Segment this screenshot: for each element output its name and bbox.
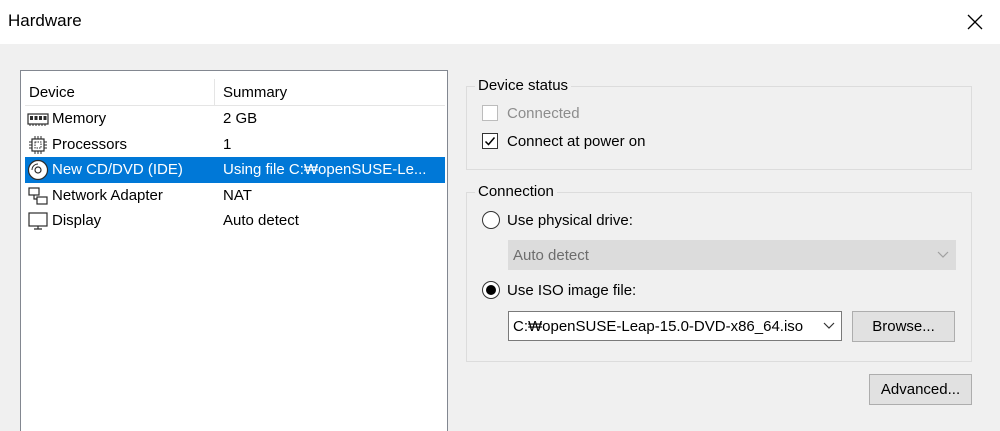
radio-selected-dot [486,285,496,295]
device-name: Processors [52,135,128,153]
physical-drive-value: Auto detect [513,247,589,264]
display-icon [28,212,48,230]
device-summary: 1 [223,135,232,153]
advanced-button[interactable]: Advanced... [869,374,972,405]
connected-checkbox[interactable] [482,105,498,121]
title-bar: Hardware [0,0,1000,44]
close-button[interactable] [950,0,1000,44]
device-name: Network Adapter [52,186,163,204]
device-name: New CD/DVD (IDE) [52,161,183,178]
summary-column-header[interactable]: Summary [223,84,287,101]
use-iso-image-radio[interactable] [482,281,500,299]
connected-label: Connected [507,105,580,122]
physical-drive-select[interactable]: Auto detect [508,240,956,270]
device-name: Memory [52,110,107,127]
use-physical-drive-radio[interactable] [482,211,500,229]
device-row-display[interactable]: Display Auto detect [25,208,445,234]
processor-icon [29,135,47,154]
device-summary: Using file C:₩openSUSE-Le... [223,161,427,178]
close-icon [967,14,983,30]
connect-at-power-on-checkbox[interactable] [482,133,498,149]
device-row-network-adapter[interactable]: Network Adapter NAT [25,183,445,209]
device-status-group: Device status [466,77,972,170]
browse-button-label: Browse... [872,318,935,335]
device-summary: 2 GB [223,110,258,127]
network-icon [28,186,48,205]
cd-dvd-icon [27,159,49,181]
checkmark-icon [484,137,496,146]
window-title: Hardware [8,11,82,30]
iso-image-path-combo[interactable]: C:₩openSUSE-Leap-15.0-DVD-x86_64.iso [508,311,842,341]
memory-icon [27,113,49,126]
device-list: Device Summary Memory 2 GB Processors 1 [25,79,445,234]
device-row-processors[interactable]: Processors 1 [25,132,445,158]
browse-button[interactable]: Browse... [852,311,955,342]
chevron-down-icon [937,251,949,258]
column-separator[interactable] [214,79,215,105]
connect-at-power-on-label: Connect at power on [507,133,646,150]
device-name: Display [52,212,102,229]
connection-label: Connection [475,183,557,200]
device-list-panel: Device Summary Memory 2 GB Processors 1 [20,70,448,431]
device-row-memory[interactable]: Memory 2 GB [25,106,445,132]
advanced-button-label: Advanced... [880,381,961,398]
iso-image-path-value: C:₩openSUSE-Leap-15.0-DVD-x86_64.iso [513,318,804,335]
device-column-header[interactable]: Device [29,84,215,101]
device-summary: Auto detect [223,212,299,229]
device-summary: NAT [223,186,252,204]
device-list-header: Device Summary [25,79,445,106]
chevron-down-icon [823,322,835,329]
device-row-cd-dvd[interactable]: New CD/DVD (IDE) Using file C:₩openSUSE-… [25,157,445,183]
device-status-label: Device status [475,77,572,94]
use-physical-drive-label: Use physical drive: [507,212,633,229]
use-iso-image-label: Use ISO image file: [507,282,637,299]
